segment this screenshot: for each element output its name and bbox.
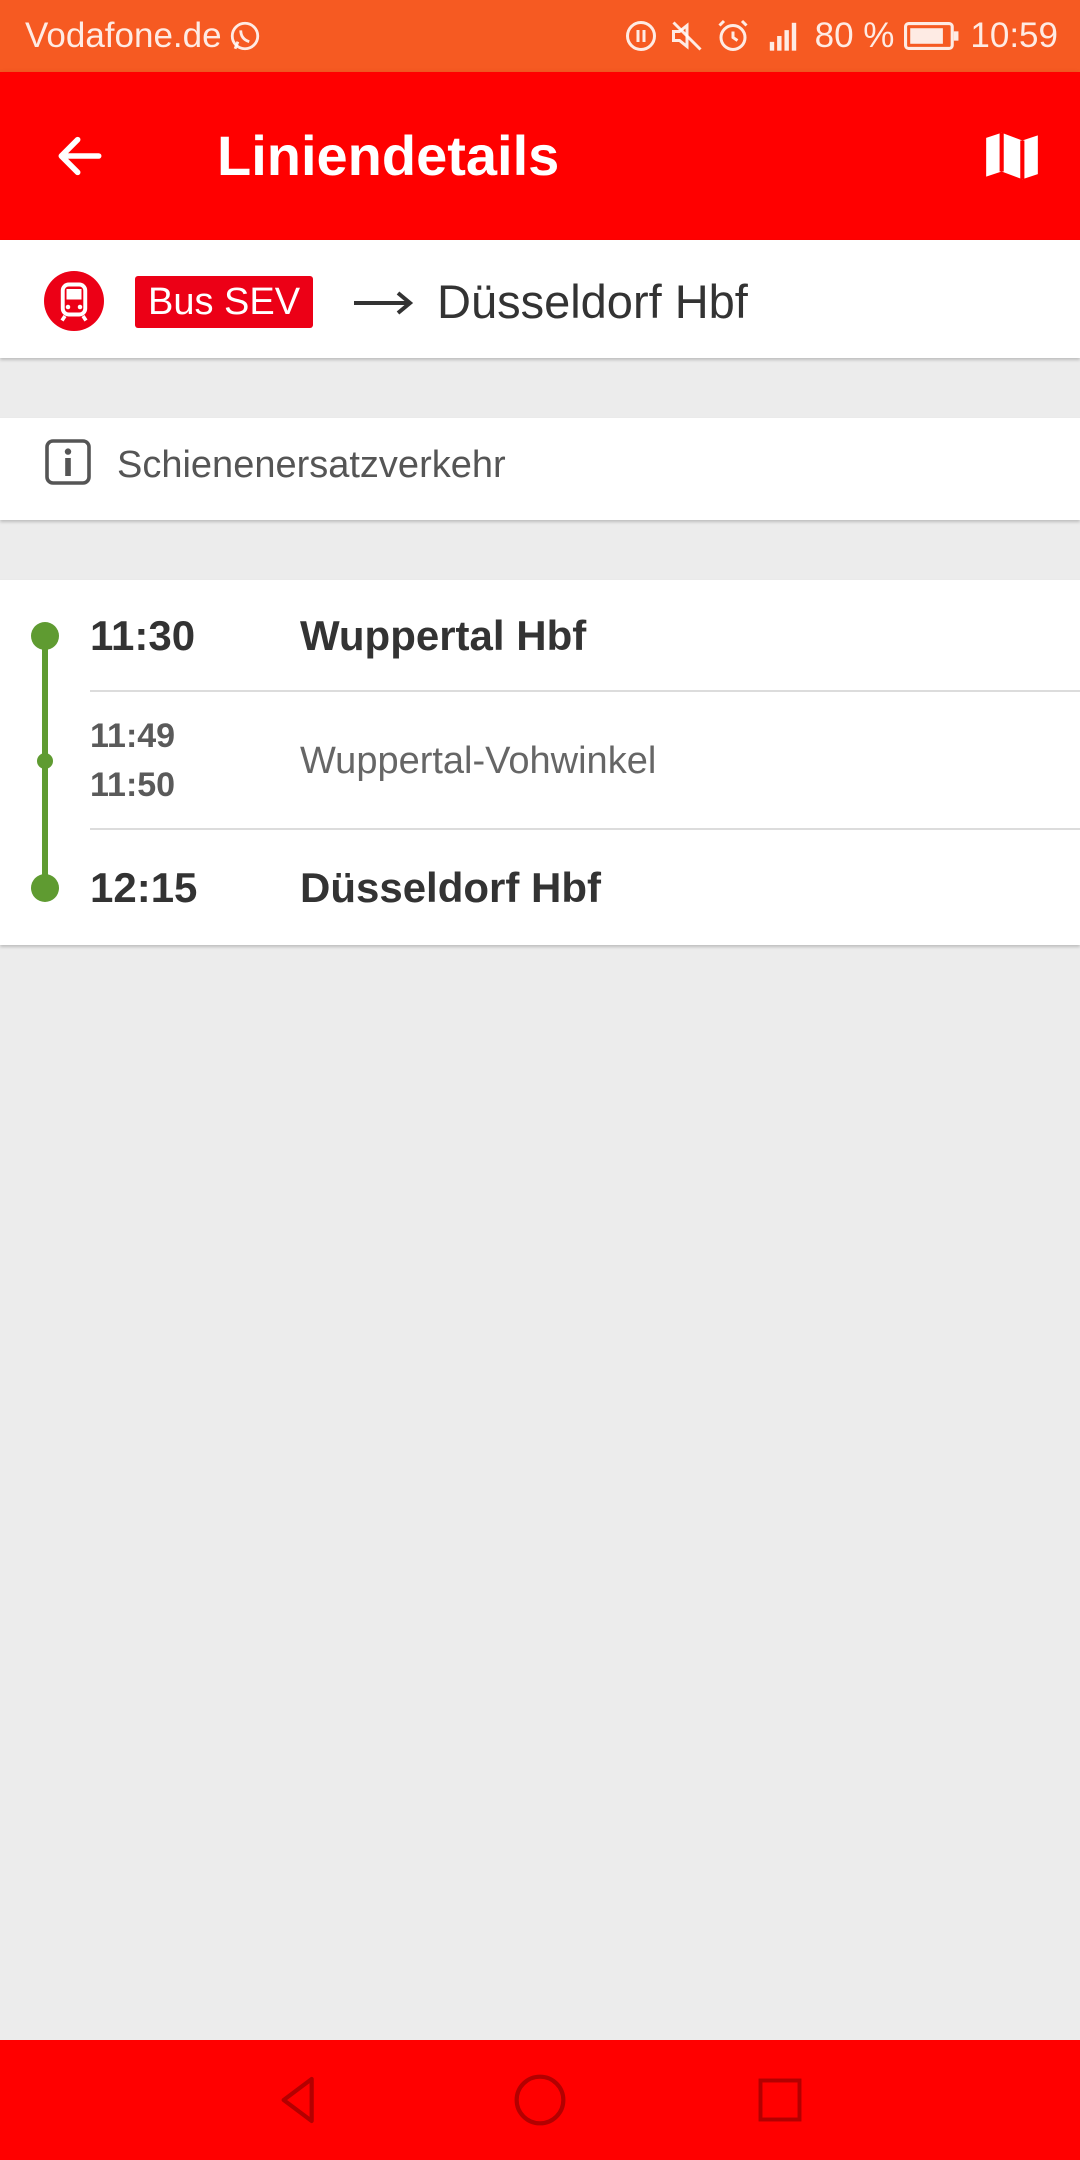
signal-icon bbox=[761, 18, 805, 54]
page-title: Liniendetails bbox=[217, 124, 560, 187]
clock: 10:59 bbox=[970, 16, 1058, 55]
back-triangle-icon bbox=[281, 2076, 314, 2124]
recents-square-icon bbox=[758, 2078, 802, 2122]
battery-icon bbox=[904, 20, 960, 52]
arrow-left-icon bbox=[58, 136, 102, 176]
map-button[interactable] bbox=[972, 116, 1052, 196]
arrow-right-icon bbox=[354, 291, 414, 315]
info-icon bbox=[45, 439, 91, 485]
mute-icon bbox=[669, 18, 705, 54]
stop-arrival-time: 11:49 bbox=[90, 717, 176, 755]
nav-recents-button[interactable] bbox=[740, 2060, 820, 2140]
map-icon bbox=[986, 132, 1038, 180]
stop-dot-start bbox=[31, 622, 59, 650]
nav-home-button[interactable] bbox=[500, 2060, 580, 2140]
status-bar: Vodafone.de 80 % 10:59 bbox=[0, 0, 1080, 72]
stop-time: 12:15 bbox=[90, 864, 198, 911]
line-badge: Bus SEV bbox=[135, 276, 314, 328]
carrier-name: Vodafone.de bbox=[25, 16, 222, 55]
stop-divider bbox=[90, 690, 1080, 692]
stop-name[interactable]: Wuppertal Hbf bbox=[300, 612, 586, 660]
data-saver-icon bbox=[623, 18, 659, 54]
system-nav-bar bbox=[0, 2040, 1080, 2160]
stop-departure-time: 11:50 bbox=[90, 766, 176, 804]
nav-back-button[interactable] bbox=[260, 2060, 340, 2140]
stop-time: 11:30 bbox=[90, 612, 196, 659]
back-button[interactable] bbox=[40, 116, 120, 196]
train-icon bbox=[44, 271, 104, 331]
info-text: Schienenersatzverkehr bbox=[117, 444, 506, 486]
whatsapp-icon bbox=[228, 19, 262, 53]
battery-percent: 80 % bbox=[814, 16, 895, 55]
home-circle-icon bbox=[514, 2074, 566, 2126]
app-bar: Liniendetails bbox=[0, 72, 1080, 240]
stop-name[interactable]: Wuppertal-Vohwinkel bbox=[300, 740, 656, 783]
alarm-icon bbox=[715, 18, 751, 54]
stop-dot-middle bbox=[37, 753, 53, 769]
stop-divider bbox=[90, 828, 1080, 830]
stop-name[interactable]: Düsseldorf Hbf bbox=[300, 864, 601, 912]
line-destination: Düsseldorf Hbf bbox=[437, 275, 748, 328]
stop-dot-end bbox=[31, 874, 59, 902]
